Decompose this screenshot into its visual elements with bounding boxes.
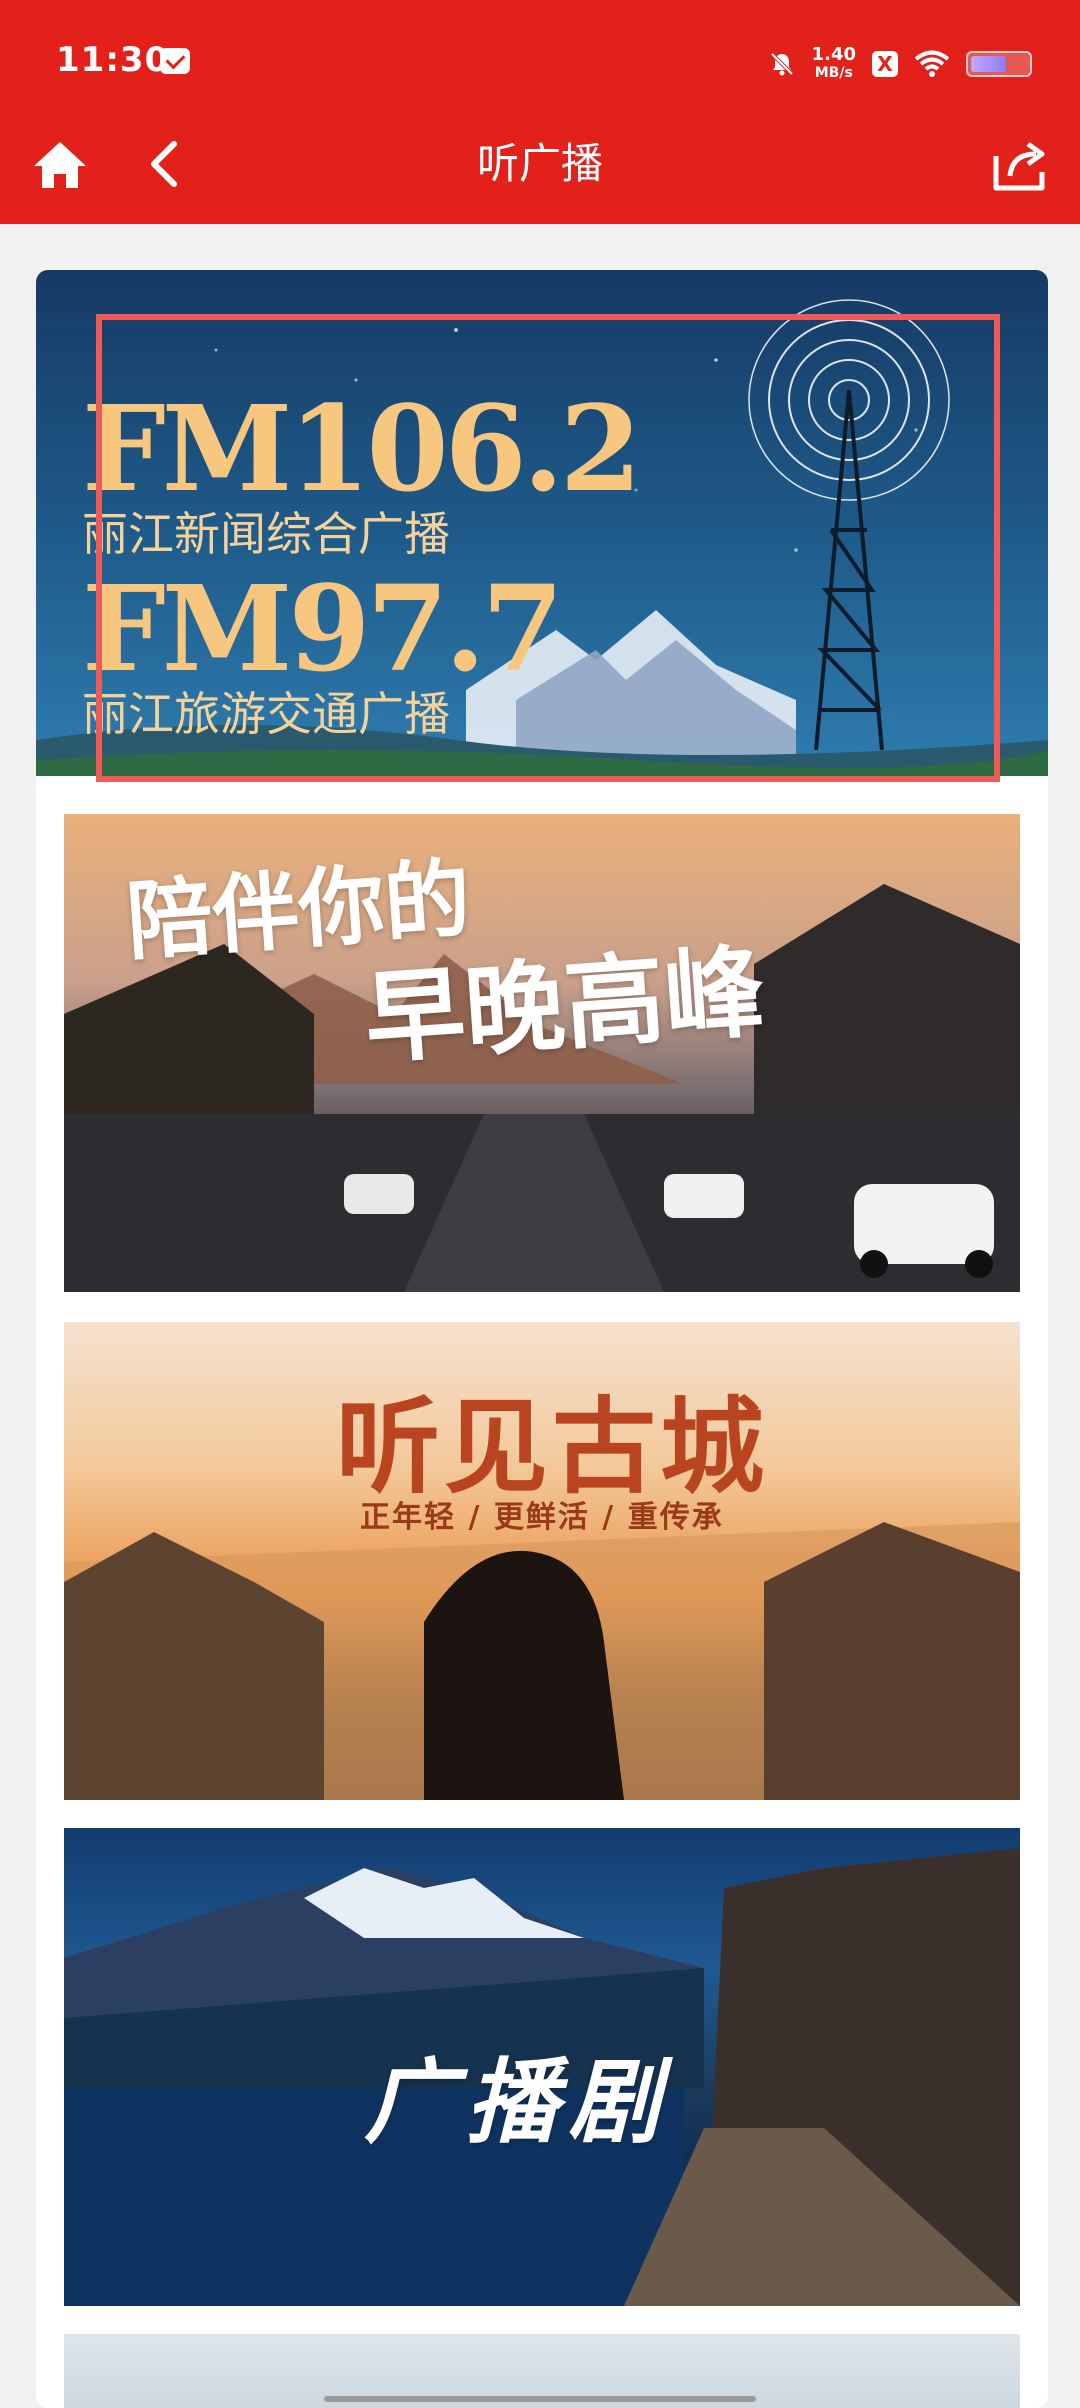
network-speed-value: 1.40 [811, 44, 856, 65]
home-indicator[interactable] [324, 2396, 756, 2402]
hero-freq-1: FM106.2 [82, 379, 642, 518]
status-bar: 11:30 1.40 MB/s X [0, 0, 1080, 124]
ancient-town-subtitle: 正年轻 / 更鲜活 / 重传承 [360, 1500, 724, 1535]
network-speed-unit: MB/s [814, 65, 853, 81]
content-list: FM106.2 丽江新闻综合广播 FM97.7 丽江旅游交通广播 陪伴你的 早晚… [36, 270, 1048, 2408]
battery-level-fill [971, 56, 1006, 72]
hero-freq-1-block: FM106.2 丽江新闻综合广播 [82, 379, 642, 561]
rush-hour-title-line2: 早晚高峰 [360, 932, 769, 1078]
battery-icon [966, 51, 1032, 77]
page-title: 听广播 [476, 139, 603, 188]
share-button[interactable] [988, 132, 1052, 196]
hero-freq-2: FM97.7 [82, 559, 564, 698]
message-notification-icon [160, 48, 190, 74]
status-time: 11:30 [56, 40, 170, 80]
banner-rush-hour[interactable]: 陪伴你的 早晚高峰 [64, 814, 1020, 1292]
x-badge-icon: X [872, 51, 898, 77]
nav-bar: 听广播 [0, 124, 1080, 224]
banner-fm-stations[interactable]: FM106.2 丽江新闻综合广播 FM97.7 丽江旅游交通广播 [36, 270, 1048, 776]
wifi-icon [914, 50, 950, 77]
banner-radio-drama[interactable]: 广播剧 [64, 1828, 1020, 2306]
status-icons: 1.40 MB/s X [768, 44, 1032, 84]
network-speed: 1.40 MB/s [812, 46, 856, 82]
hero-freq-2-block: FM97.7 丽江旅游交通广播 [82, 559, 564, 741]
banner-ancient-town[interactable]: 听见古城 正年轻 / 更鲜活 / 重传承 [64, 1322, 1020, 1800]
ancient-town-title: 听见古城 [336, 1385, 769, 1508]
radio-drama-title: 广播剧 [364, 2048, 671, 2156]
mute-bell-icon [770, 52, 793, 76]
